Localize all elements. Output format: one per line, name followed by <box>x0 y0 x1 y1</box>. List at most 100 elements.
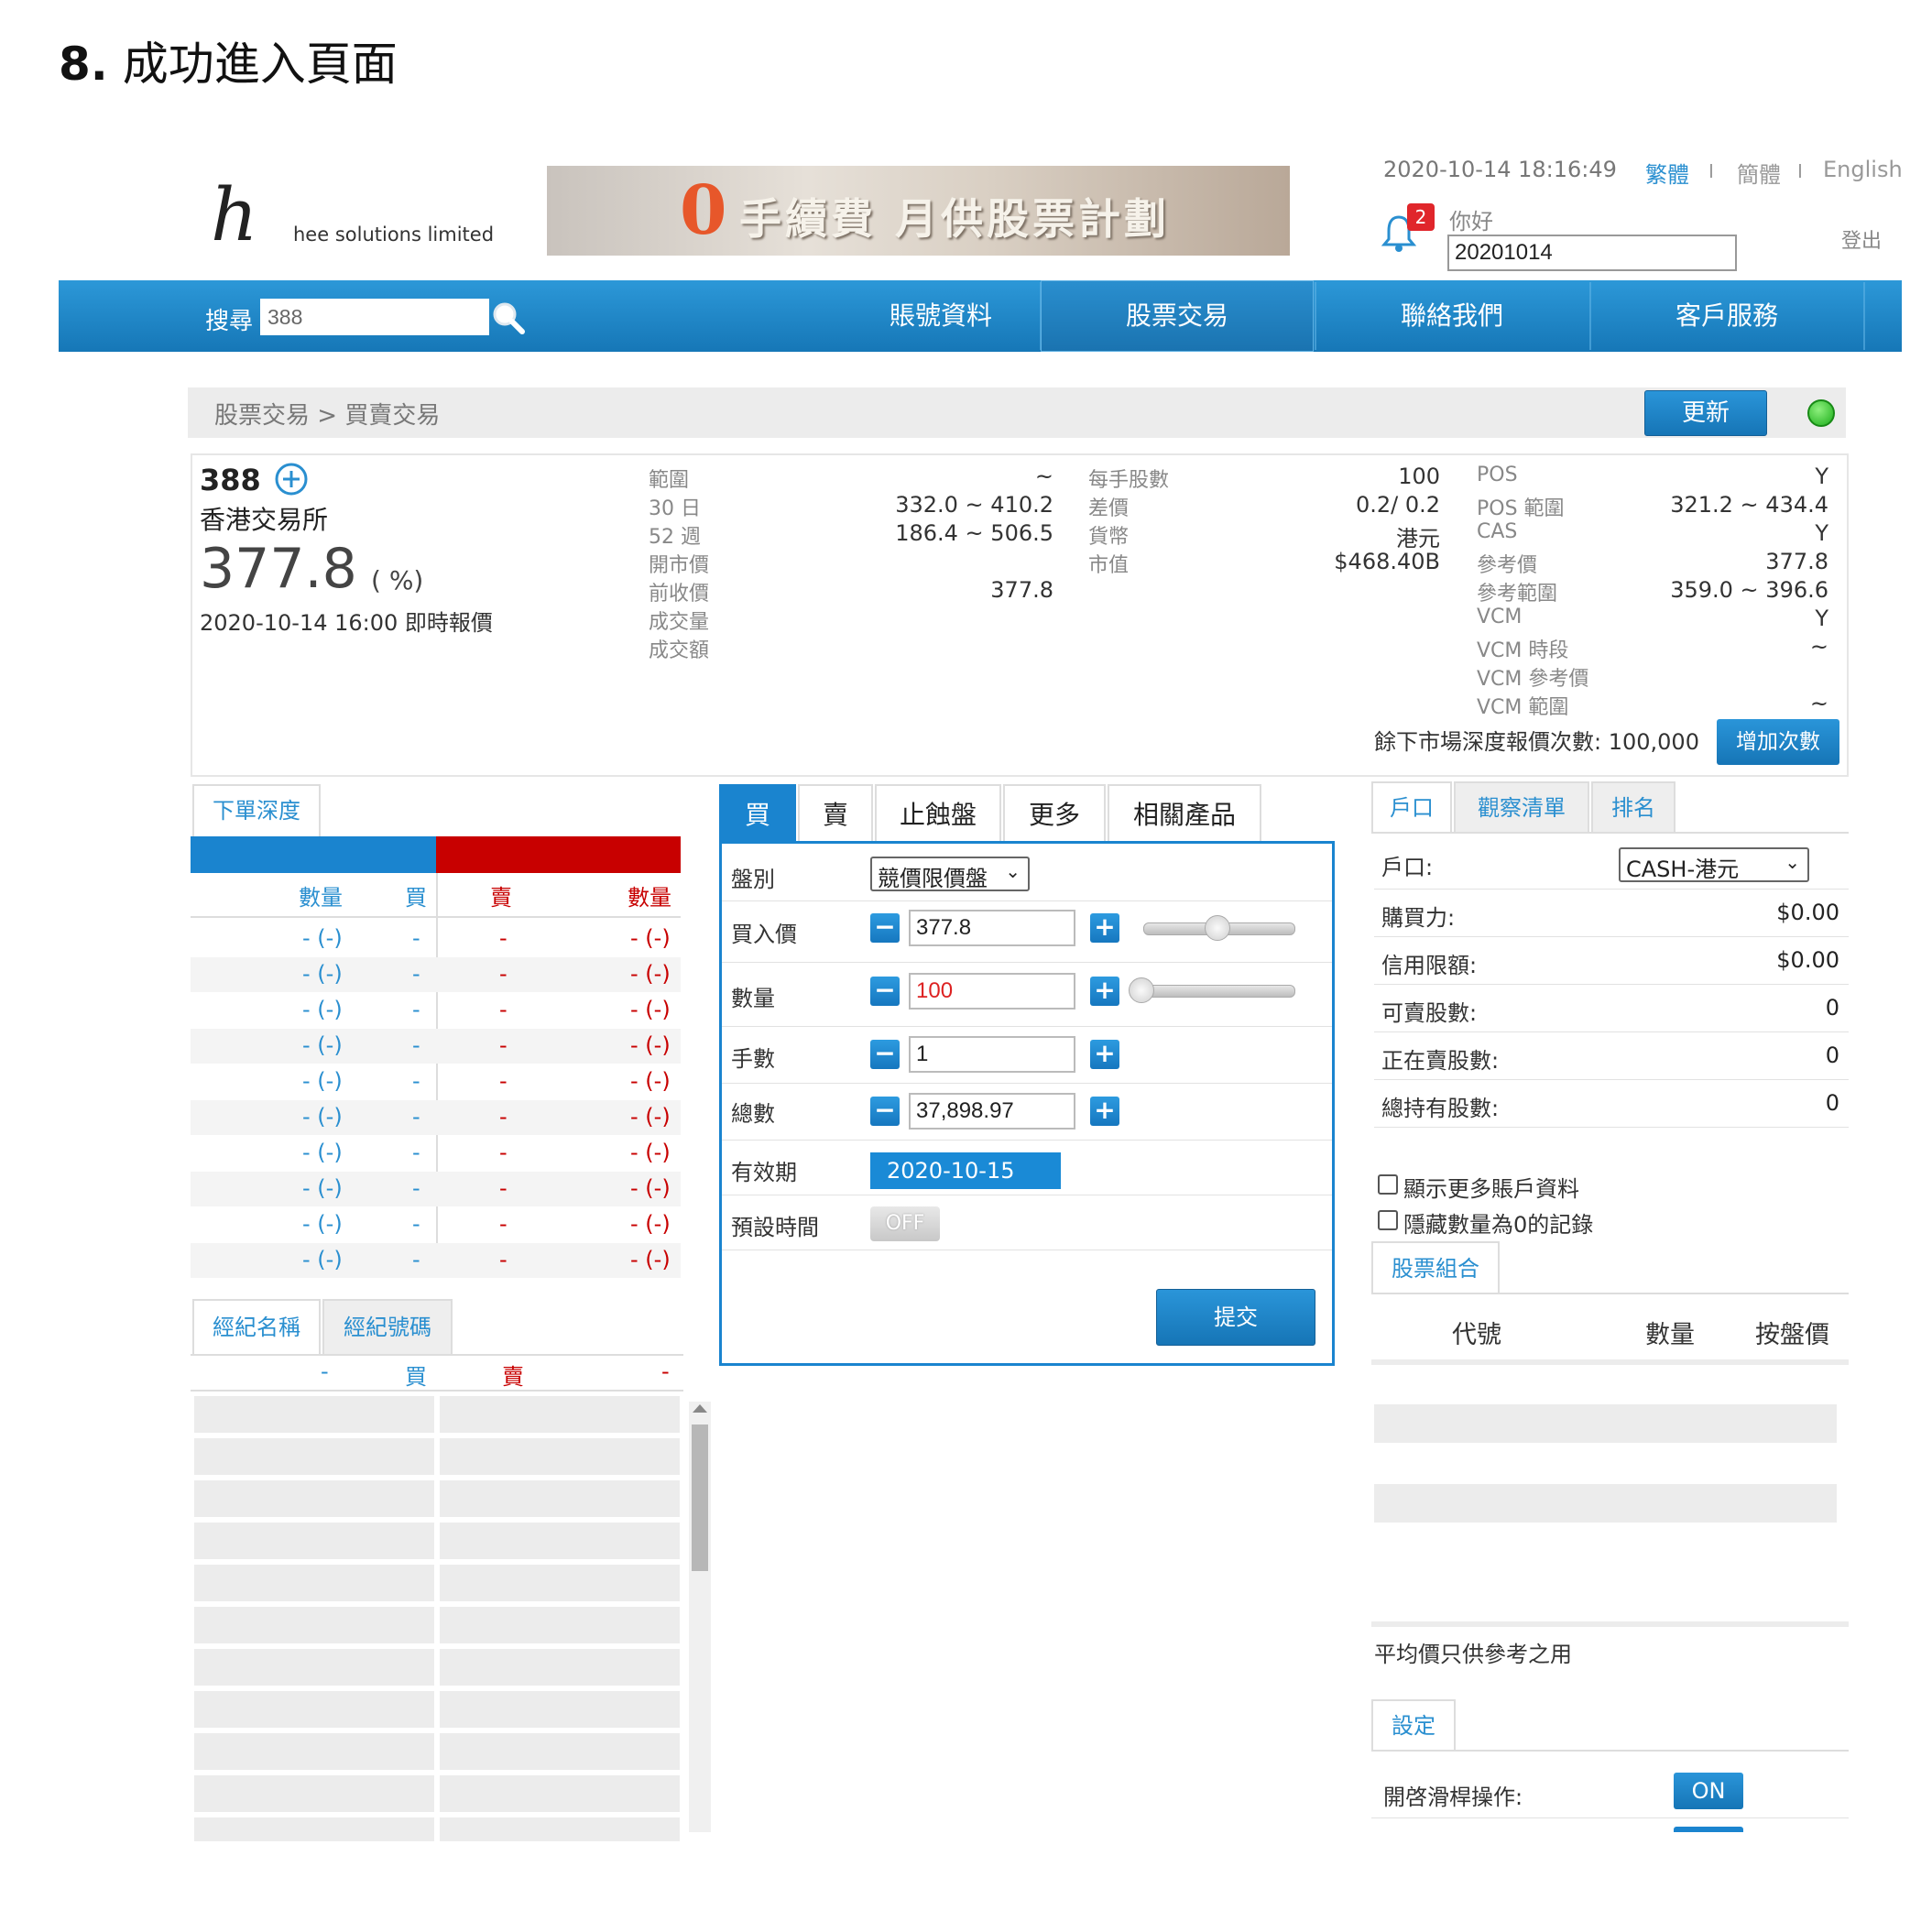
nav-stock-trading[interactable]: 股票交易 <box>1041 280 1314 352</box>
order-row-divider <box>722 962 1332 963</box>
depth-ask-qty-cell: - (-) <box>630 925 671 951</box>
hide-zero-checkbox[interactable] <box>1378 1210 1398 1230</box>
total-minus-button[interactable]: − <box>870 1097 900 1126</box>
portfolio-footer-divider <box>1371 1621 1849 1627</box>
account-field-value: 0 <box>1825 1042 1839 1068</box>
submit-button[interactable]: 提交 <box>1156 1289 1315 1346</box>
order-type-select[interactable]: 競價限價盤 ⌄ <box>870 857 1030 891</box>
depth-bid-cell: - <box>412 961 420 987</box>
tab-buy[interactable]: 買 <box>719 784 796 843</box>
depth-row-stripe <box>191 1243 681 1278</box>
depth-bid-qty-cell: - (-) <box>302 925 343 951</box>
price-plus-button[interactable]: + <box>1090 913 1119 943</box>
tab-broker-name[interactable]: 經紀名稱 <box>192 1299 321 1354</box>
logout-link[interactable]: 登出 <box>1841 224 1882 254</box>
account-select[interactable]: CASH-港元 ⌄ <box>1619 847 1809 882</box>
tab-broker-code[interactable]: 經紀號碼 <box>322 1299 453 1354</box>
tab-more[interactable]: 更多 <box>1003 784 1106 843</box>
broker-ask-header: 賣 <box>502 1364 524 1390</box>
depth-row-stripe <box>191 1172 681 1206</box>
total-input[interactable] <box>909 1093 1075 1130</box>
refresh-button[interactable]: 更新 <box>1644 390 1767 436</box>
quote-value: 100 <box>1398 464 1440 489</box>
nav-account-info[interactable]: 賬號資料 <box>803 280 1078 352</box>
tab-related-products[interactable]: 相關產品 <box>1108 784 1261 843</box>
tab-order-depth[interactable]: 下單深度 <box>192 784 321 836</box>
quote-label: POS 範圍 <box>1477 497 1565 520</box>
broker-cell <box>440 1607 680 1643</box>
total-plus-button[interactable]: + <box>1090 1097 1119 1126</box>
quantity-minus-button[interactable]: − <box>870 977 900 1006</box>
search-icon[interactable] <box>491 300 526 335</box>
nav-customer-service[interactable]: 客戶服務 <box>1590 280 1863 352</box>
account-tab-line <box>1371 832 1849 834</box>
bid-header: 買 <box>405 885 427 911</box>
add-watchlist-icon[interactable] <box>273 461 310 497</box>
slider-setting-toggle[interactable]: ON <box>1674 1773 1743 1809</box>
search-input[interactable] <box>260 299 489 335</box>
broker-header-divider <box>191 1354 683 1356</box>
lots-minus-button[interactable]: − <box>870 1040 900 1069</box>
lang-english-link[interactable]: English <box>1823 157 1903 182</box>
quote-label: CAS <box>1477 520 1518 543</box>
promo-banner[interactable]: 0 手續費 月供股票計劃 <box>547 166 1290 256</box>
quantity-slider-handle[interactable] <box>1129 977 1154 1003</box>
quote-value: ~ <box>1034 464 1053 489</box>
price-slider-handle[interactable] <box>1205 915 1230 941</box>
connection-status-icon <box>1807 399 1835 427</box>
account-field-value: 0 <box>1825 995 1839 1021</box>
order-row-divider <box>722 1026 1332 1027</box>
hide-zero-label[interactable]: 隱藏數量為0的記錄 <box>1403 1206 1593 1239</box>
lang-separator: I <box>1797 160 1803 182</box>
settings-next-toggle[interactable] <box>1674 1827 1743 1832</box>
tab-watchlist[interactable]: 觀察清單 <box>1454 781 1589 834</box>
add-quota-button[interactable]: 增加次數 <box>1717 719 1839 765</box>
broker-cell <box>194 1565 434 1601</box>
tab-settings[interactable]: 設定 <box>1371 1699 1456 1752</box>
tab-account[interactable]: 戶口 <box>1371 781 1452 834</box>
quantity-input[interactable] <box>909 973 1075 1010</box>
tab-portfolio[interactable]: 股票組合 <box>1371 1241 1500 1294</box>
quote-label: 差價 <box>1088 497 1130 520</box>
quantity-plus-button[interactable]: + <box>1090 977 1119 1006</box>
broker-scroll-thumb[interactable] <box>692 1424 708 1571</box>
nav-contact-us[interactable]: 聯絡我們 <box>1315 280 1588 352</box>
quote-value: 332.0 ~ 410.2 <box>895 492 1053 518</box>
price-minus-button[interactable]: − <box>870 913 900 943</box>
tab-sell[interactable]: 賣 <box>798 784 873 843</box>
account-number-field[interactable] <box>1447 235 1737 271</box>
price-change-pct: ( %) <box>371 565 424 595</box>
quote-label: VCM 範圍 <box>1477 696 1569 719</box>
tab-ranking[interactable]: 排名 <box>1591 781 1675 834</box>
notification-badge: 2 <box>1407 203 1435 231</box>
quote-label: 52 週 <box>649 526 701 549</box>
account-field-label: 信用限額: <box>1381 953 1478 978</box>
chevron-down-icon: ⌄ <box>1785 851 1800 873</box>
tab-stop-loss[interactable]: 止蝕盤 <box>875 784 1001 843</box>
depth-row-stripe <box>191 957 681 992</box>
depth-bid-qty-cell: - (-) <box>302 1175 343 1201</box>
expiry-date-field[interactable]: 2020-10-15 <box>870 1152 1061 1189</box>
lots-input[interactable] <box>909 1036 1075 1073</box>
quantity-slider[interactable] <box>1143 985 1295 998</box>
depth-bid-qty-cell: - (-) <box>302 1247 343 1272</box>
nav-divider <box>1863 282 1865 350</box>
depth-bid-cell: - <box>412 1211 420 1237</box>
account-field-label: 正在賣股數: <box>1381 1048 1500 1074</box>
preset-time-toggle[interactable]: OFF <box>870 1206 940 1241</box>
broker-cell <box>194 1523 434 1559</box>
broker-cell <box>440 1523 680 1559</box>
lang-traditional-link[interactable]: 繁體 <box>1645 157 1689 189</box>
broker-col-right: - <box>661 1359 670 1384</box>
show-more-checkbox[interactable] <box>1378 1174 1398 1195</box>
depth-ask-qty-cell: - (-) <box>630 1104 671 1130</box>
lots-plus-button[interactable]: + <box>1090 1040 1119 1069</box>
lang-separator: I <box>1708 160 1714 182</box>
quote-label: 貨幣 <box>1088 526 1130 549</box>
show-more-label[interactable]: 顯示更多賬戶資料 <box>1403 1171 1579 1203</box>
depth-bid-cell: - <box>412 1104 420 1130</box>
buy-price-input[interactable] <box>909 910 1075 946</box>
scroll-up-arrow-icon[interactable] <box>693 1404 707 1413</box>
lang-simplified-link[interactable]: 簡體 <box>1737 157 1781 189</box>
breadcrumb: 股票交易 > 買賣交易 <box>214 402 441 430</box>
